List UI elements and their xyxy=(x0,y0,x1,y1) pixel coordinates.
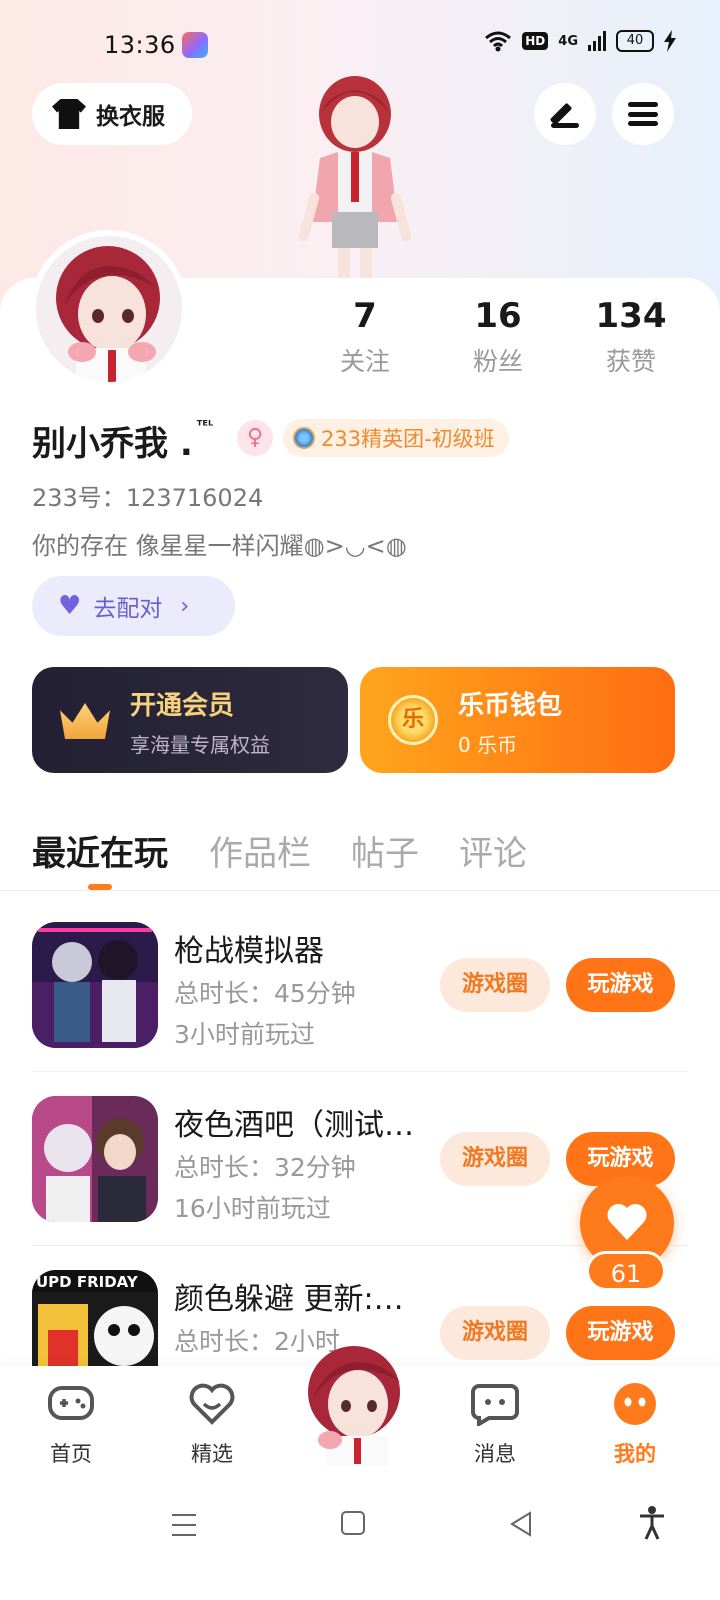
club-badge-label: 233精英团-初级班 xyxy=(321,427,495,451)
charging-icon xyxy=(664,30,676,52)
stat-label: 获赞 xyxy=(605,347,656,376)
accessibility-icon[interactable] xyxy=(638,1506,666,1540)
divider xyxy=(0,890,720,891)
game-duration: 总时长：45分钟 xyxy=(174,979,356,1008)
game-circle-button[interactable]: 游戏圈 xyxy=(440,1306,550,1360)
game-title: 夜色酒吧（测试… xyxy=(174,1108,414,1143)
shirt-icon xyxy=(52,99,86,129)
wallet-card[interactable]: 乐 乐币钱包 0 乐币 xyxy=(360,667,675,773)
divider xyxy=(32,1071,688,1072)
play-game-button[interactable]: 玩游戏 xyxy=(566,1306,675,1360)
game-title: 颜色躲避 更新:… xyxy=(174,1282,404,1317)
menu-icon xyxy=(628,102,658,126)
game-last-played: 16小时前玩过 xyxy=(174,1194,331,1223)
stat-value: 134 xyxy=(595,296,667,336)
chat-bubble-icon xyxy=(471,1384,519,1428)
profile-name-suffix: ᵀᴱᴸ xyxy=(196,419,214,434)
user-bio: 你的存在 像星星一样闪耀◍>◡<◍ xyxy=(32,532,407,560)
profile-tabs: 最近在玩 作品栏 帖子 评论 xyxy=(0,820,720,890)
vip-subtitle: 享海量专属权益 xyxy=(130,733,270,757)
tab-works[interactable]: 作品栏 xyxy=(209,826,311,875)
status-time: 13:36 xyxy=(104,31,176,59)
club-gem-icon xyxy=(293,427,315,449)
center-avatar-button[interactable] xyxy=(296,1340,412,1466)
crown-icon xyxy=(60,695,110,745)
home-icon[interactable] xyxy=(340,1510,366,1538)
avatar-3d-figure[interactable] xyxy=(282,72,428,280)
female-icon: ♀ xyxy=(237,420,273,456)
nav-label: 精选 xyxy=(191,1442,233,1466)
heart-icon xyxy=(607,1203,647,1240)
recent-apps-icon[interactable] xyxy=(170,1512,198,1538)
game-circle-button[interactable]: 游戏圈 xyxy=(440,958,550,1012)
game-circle-button[interactable]: 游戏圈 xyxy=(440,1132,550,1186)
stat-following[interactable]: 7 关注 xyxy=(305,296,425,378)
stat-label: 关注 xyxy=(339,347,390,376)
battery-icon: 40 xyxy=(616,30,654,52)
game-thumbnail xyxy=(32,1096,158,1222)
network-label: 4G xyxy=(558,33,578,49)
profile-name-text: 别小乔我 . xyxy=(32,424,193,464)
coin-icon: 乐 xyxy=(388,695,438,745)
stat-label: 粉丝 xyxy=(472,347,523,376)
user-id: 233号：123716024 xyxy=(32,478,263,513)
signal-icon xyxy=(588,31,606,51)
profile-face-icon xyxy=(614,1383,656,1425)
hd-icon: HD xyxy=(522,32,549,50)
tab-posts[interactable]: 帖子 xyxy=(351,826,419,875)
stat-value: 7 xyxy=(353,296,377,336)
nav-featured[interactable]: 精选 xyxy=(167,1382,257,1468)
stat-followers[interactable]: 16 粉丝 xyxy=(438,296,558,378)
app-notification-icon xyxy=(182,32,208,58)
game-thumbnail xyxy=(32,922,158,1048)
wallet-title: 乐币钱包 xyxy=(458,691,563,721)
profile-name: 别小乔我 . ᵀᴱᴸ xyxy=(32,416,213,465)
tab-recent-played[interactable]: 最近在玩 xyxy=(32,826,168,875)
wallet-subtitle: 0 乐币 xyxy=(458,733,518,757)
pen-icon xyxy=(549,98,581,130)
nav-label: 我的 xyxy=(614,1442,656,1466)
stat-likes[interactable]: 134 获赞 xyxy=(571,296,691,378)
heart-outline-icon xyxy=(189,1383,235,1425)
nav-messages[interactable]: 消息 xyxy=(450,1382,540,1468)
like-count-badge: 61 xyxy=(586,1251,666,1291)
chevron-right-icon: › xyxy=(180,593,190,619)
heart-icon: ♥ xyxy=(58,591,82,621)
game-last-played: 3小时前玩过 xyxy=(174,1020,315,1049)
system-navigation-bar xyxy=(0,1482,720,1600)
dress-up-button[interactable]: 换衣服 xyxy=(32,83,192,145)
nav-label: 消息 xyxy=(474,1442,516,1466)
tab-comments[interactable]: 评论 xyxy=(459,826,527,875)
nav-me[interactable]: 我的 xyxy=(590,1382,680,1468)
nav-home[interactable]: 首页 xyxy=(26,1382,116,1468)
svg-text:UPD FRIDAY: UPD FRIDAY xyxy=(36,1273,139,1291)
stat-value: 16 xyxy=(474,296,522,336)
user-id-value: 123716024 xyxy=(125,484,264,512)
match-button[interactable]: ♥ 去配对 › xyxy=(32,576,235,636)
game-title: 枪战模拟器 xyxy=(174,934,324,969)
club-badge[interactable]: 233精英团-初级班 xyxy=(283,419,509,457)
menu-button[interactable] xyxy=(612,83,674,145)
gamepad-icon xyxy=(48,1386,94,1420)
profile-stats: 7 关注 16 粉丝 134 获赞 xyxy=(0,296,720,396)
wifi-icon xyxy=(485,31,512,52)
user-id-label: 233号： xyxy=(32,484,126,512)
nav-label: 首页 xyxy=(50,1442,92,1466)
vip-membership-card[interactable]: 开通会员 享海量专属权益 xyxy=(32,667,348,773)
match-label: 去配对 xyxy=(93,596,163,622)
vip-title: 开通会员 xyxy=(130,691,235,721)
dress-up-label: 换衣服 xyxy=(96,104,165,130)
game-duration: 总时长：32分钟 xyxy=(174,1153,356,1182)
back-icon[interactable] xyxy=(508,1510,534,1538)
edit-profile-button[interactable] xyxy=(534,83,596,145)
play-game-button[interactable]: 玩游戏 xyxy=(566,958,675,1012)
list-item[interactable]: 枪战模拟器 总时长：45分钟 3小时前玩过 游戏圈 玩游戏 xyxy=(0,922,720,1096)
